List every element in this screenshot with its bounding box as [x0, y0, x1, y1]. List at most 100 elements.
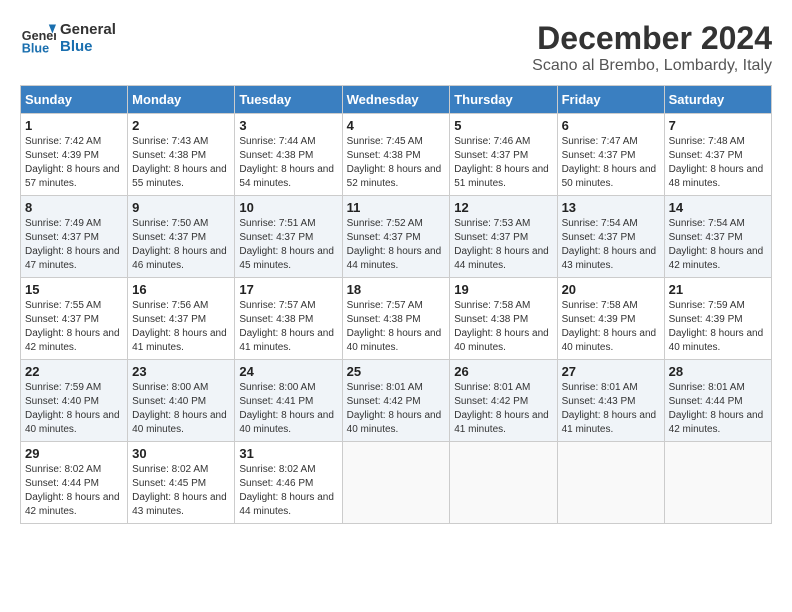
logo-line2: Blue — [60, 38, 116, 55]
day-number: 30 — [132, 446, 230, 461]
svg-text:Blue: Blue — [22, 41, 49, 55]
day-number: 24 — [239, 364, 337, 379]
day-info: Sunrise: 8:02 AMSunset: 4:45 PMDaylight:… — [132, 464, 227, 517]
weekday-header: Tuesday — [235, 86, 342, 114]
calendar-cell — [450, 442, 557, 524]
day-number: 29 — [25, 446, 123, 461]
calendar-cell: 22 Sunrise: 7:59 AMSunset: 4:40 PMDaylig… — [21, 360, 128, 442]
day-info: Sunrise: 8:02 AMSunset: 4:44 PMDaylight:… — [25, 464, 120, 517]
day-number: 21 — [669, 282, 767, 297]
day-number: 9 — [132, 200, 230, 215]
calendar-cell: 21 Sunrise: 7:59 AMSunset: 4:39 PMDaylig… — [664, 278, 771, 360]
calendar-cell: 7 Sunrise: 7:48 AMSunset: 4:37 PMDayligh… — [664, 114, 771, 196]
day-number: 14 — [669, 200, 767, 215]
month-title: December 2024 — [532, 20, 772, 57]
day-info: Sunrise: 7:57 AMSunset: 4:38 PMDaylight:… — [239, 300, 334, 353]
day-info: Sunrise: 7:44 AMSunset: 4:38 PMDaylight:… — [239, 136, 334, 189]
calendar-cell: 2 Sunrise: 7:43 AMSunset: 4:38 PMDayligh… — [128, 114, 235, 196]
calendar-cell: 15 Sunrise: 7:55 AMSunset: 4:37 PMDaylig… — [21, 278, 128, 360]
weekday-header: Friday — [557, 86, 664, 114]
day-info: Sunrise: 8:00 AMSunset: 4:40 PMDaylight:… — [132, 382, 227, 435]
day-number: 26 — [454, 364, 552, 379]
calendar-cell: 31 Sunrise: 8:02 AMSunset: 4:46 PMDaylig… — [235, 442, 342, 524]
day-info: Sunrise: 7:48 AMSunset: 4:37 PMDaylight:… — [669, 136, 764, 189]
day-number: 4 — [347, 118, 446, 133]
day-info: Sunrise: 7:58 AMSunset: 4:38 PMDaylight:… — [454, 300, 549, 353]
calendar-cell: 26 Sunrise: 8:01 AMSunset: 4:42 PMDaylig… — [450, 360, 557, 442]
weekday-header: Thursday — [450, 86, 557, 114]
day-number: 20 — [562, 282, 660, 297]
calendar-cell: 14 Sunrise: 7:54 AMSunset: 4:37 PMDaylig… — [664, 196, 771, 278]
calendar-week-row: 1 Sunrise: 7:42 AMSunset: 4:39 PMDayligh… — [21, 114, 772, 196]
day-info: Sunrise: 7:55 AMSunset: 4:37 PMDaylight:… — [25, 300, 120, 353]
calendar-cell: 30 Sunrise: 8:02 AMSunset: 4:45 PMDaylig… — [128, 442, 235, 524]
calendar-cell: 9 Sunrise: 7:50 AMSunset: 4:37 PMDayligh… — [128, 196, 235, 278]
logo: General Blue General Blue — [20, 20, 116, 56]
weekday-header-row: SundayMondayTuesdayWednesdayThursdayFrid… — [21, 86, 772, 114]
calendar-cell: 17 Sunrise: 7:57 AMSunset: 4:38 PMDaylig… — [235, 278, 342, 360]
day-info: Sunrise: 7:54 AMSunset: 4:37 PMDaylight:… — [562, 218, 657, 271]
day-info: Sunrise: 8:01 AMSunset: 4:44 PMDaylight:… — [669, 382, 764, 435]
day-number: 28 — [669, 364, 767, 379]
calendar-cell: 23 Sunrise: 8:00 AMSunset: 4:40 PMDaylig… — [128, 360, 235, 442]
day-number: 1 — [25, 118, 123, 133]
day-number: 3 — [239, 118, 337, 133]
day-info: Sunrise: 7:47 AMSunset: 4:37 PMDaylight:… — [562, 136, 657, 189]
day-number: 8 — [25, 200, 123, 215]
calendar-cell: 5 Sunrise: 7:46 AMSunset: 4:37 PMDayligh… — [450, 114, 557, 196]
day-info: Sunrise: 7:45 AMSunset: 4:38 PMDaylight:… — [347, 136, 442, 189]
day-info: Sunrise: 7:50 AMSunset: 4:37 PMDaylight:… — [132, 218, 227, 271]
day-number: 23 — [132, 364, 230, 379]
weekday-header: Wednesday — [342, 86, 450, 114]
day-info: Sunrise: 8:02 AMSunset: 4:46 PMDaylight:… — [239, 464, 334, 517]
calendar-cell: 20 Sunrise: 7:58 AMSunset: 4:39 PMDaylig… — [557, 278, 664, 360]
weekday-header: Monday — [128, 86, 235, 114]
calendar-week-row: 15 Sunrise: 7:55 AMSunset: 4:37 PMDaylig… — [21, 278, 772, 360]
day-number: 22 — [25, 364, 123, 379]
day-number: 12 — [454, 200, 552, 215]
calendar-cell: 4 Sunrise: 7:45 AMSunset: 4:38 PMDayligh… — [342, 114, 450, 196]
logo-line1: General — [60, 21, 116, 38]
day-number: 19 — [454, 282, 552, 297]
title-block: December 2024 Scano al Brembo, Lombardy,… — [532, 20, 772, 75]
day-info: Sunrise: 8:01 AMSunset: 4:42 PMDaylight:… — [347, 382, 442, 435]
day-number: 13 — [562, 200, 660, 215]
day-number: 31 — [239, 446, 337, 461]
day-info: Sunrise: 7:42 AMSunset: 4:39 PMDaylight:… — [25, 136, 120, 189]
calendar-cell: 28 Sunrise: 8:01 AMSunset: 4:44 PMDaylig… — [664, 360, 771, 442]
calendar-cell: 8 Sunrise: 7:49 AMSunset: 4:37 PMDayligh… — [21, 196, 128, 278]
calendar-cell — [557, 442, 664, 524]
calendar-cell: 10 Sunrise: 7:51 AMSunset: 4:37 PMDaylig… — [235, 196, 342, 278]
calendar-cell: 1 Sunrise: 7:42 AMSunset: 4:39 PMDayligh… — [21, 114, 128, 196]
calendar-table: SundayMondayTuesdayWednesdayThursdayFrid… — [20, 85, 772, 524]
calendar-cell — [664, 442, 771, 524]
calendar-week-row: 8 Sunrise: 7:49 AMSunset: 4:37 PMDayligh… — [21, 196, 772, 278]
weekday-header: Sunday — [21, 86, 128, 114]
logo-icon: General Blue — [20, 20, 56, 56]
day-info: Sunrise: 7:49 AMSunset: 4:37 PMDaylight:… — [25, 218, 120, 271]
day-info: Sunrise: 7:46 AMSunset: 4:37 PMDaylight:… — [454, 136, 549, 189]
calendar-cell: 11 Sunrise: 7:52 AMSunset: 4:37 PMDaylig… — [342, 196, 450, 278]
calendar-cell: 13 Sunrise: 7:54 AMSunset: 4:37 PMDaylig… — [557, 196, 664, 278]
day-info: Sunrise: 7:54 AMSunset: 4:37 PMDaylight:… — [669, 218, 764, 271]
weekday-header: Saturday — [664, 86, 771, 114]
calendar-cell: 24 Sunrise: 8:00 AMSunset: 4:41 PMDaylig… — [235, 360, 342, 442]
day-number: 10 — [239, 200, 337, 215]
day-info: Sunrise: 8:01 AMSunset: 4:43 PMDaylight:… — [562, 382, 657, 435]
calendar-cell: 16 Sunrise: 7:56 AMSunset: 4:37 PMDaylig… — [128, 278, 235, 360]
day-info: Sunrise: 7:56 AMSunset: 4:37 PMDaylight:… — [132, 300, 227, 353]
calendar-cell: 29 Sunrise: 8:02 AMSunset: 4:44 PMDaylig… — [21, 442, 128, 524]
calendar-cell: 19 Sunrise: 7:58 AMSunset: 4:38 PMDaylig… — [450, 278, 557, 360]
day-number: 17 — [239, 282, 337, 297]
calendar-cell: 18 Sunrise: 7:57 AMSunset: 4:38 PMDaylig… — [342, 278, 450, 360]
day-number: 11 — [347, 200, 446, 215]
day-info: Sunrise: 8:00 AMSunset: 4:41 PMDaylight:… — [239, 382, 334, 435]
day-info: Sunrise: 7:59 AMSunset: 4:40 PMDaylight:… — [25, 382, 120, 435]
day-info: Sunrise: 7:57 AMSunset: 4:38 PMDaylight:… — [347, 300, 442, 353]
calendar-cell — [342, 442, 450, 524]
calendar-cell: 6 Sunrise: 7:47 AMSunset: 4:37 PMDayligh… — [557, 114, 664, 196]
day-info: Sunrise: 7:51 AMSunset: 4:37 PMDaylight:… — [239, 218, 334, 271]
day-number: 6 — [562, 118, 660, 133]
day-info: Sunrise: 8:01 AMSunset: 4:42 PMDaylight:… — [454, 382, 549, 435]
day-info: Sunrise: 7:53 AMSunset: 4:37 PMDaylight:… — [454, 218, 549, 271]
